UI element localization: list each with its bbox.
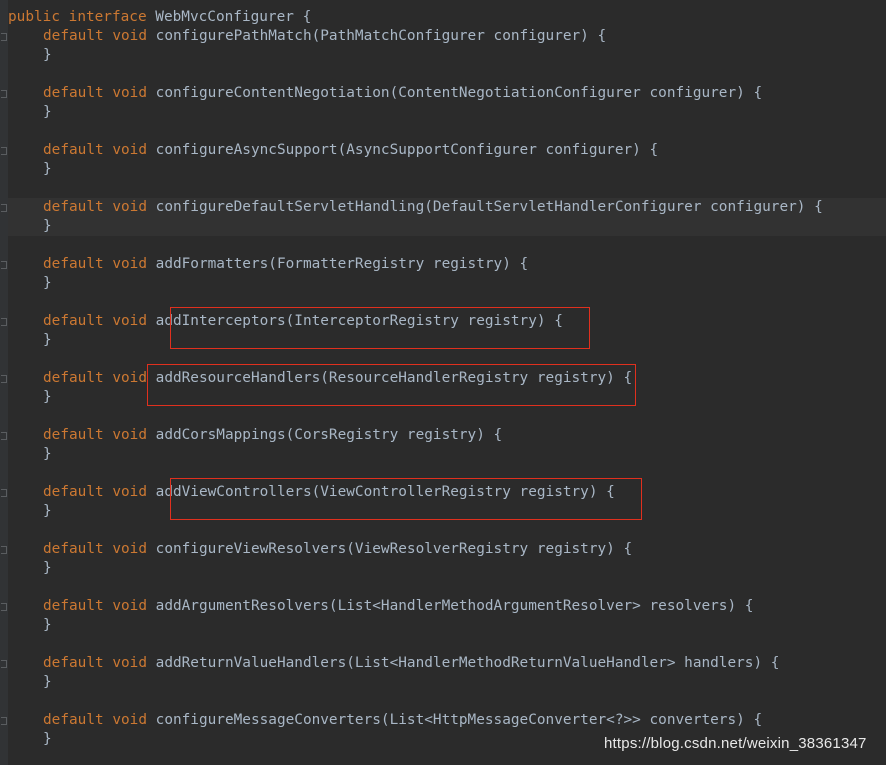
method-signature-line[interactable]: default void addReturnValueHandlers(List… (8, 654, 886, 673)
keyword-void: void (112, 541, 147, 557)
method-signature: configureMessageConverters(List<HttpMess… (155, 712, 763, 728)
keyword-default: default (43, 313, 104, 329)
closing-brace: } (43, 731, 52, 747)
keyword-default: default (43, 655, 104, 671)
keyword-default: default (43, 370, 104, 386)
method-signature: addReturnValueHandlers(List<HandlerMetho… (155, 655, 780, 671)
method-closing-brace-line[interactable]: } (8, 46, 886, 65)
method-signature-line[interactable]: default void addCorsMappings(CorsRegistr… (8, 426, 886, 445)
interface-declaration-line[interactable]: public interface WebMvcConfigurer { (8, 8, 886, 27)
keyword-default: default (43, 484, 104, 500)
closing-brace: } (43, 161, 52, 177)
keyword-default: default (43, 85, 104, 101)
keyword-void: void (112, 484, 147, 500)
keyword-void: void (112, 427, 147, 443)
keyword-void: void (112, 199, 147, 215)
closing-brace: } (43, 560, 52, 576)
keyword-default: default (43, 541, 104, 557)
closing-brace: } (43, 674, 52, 690)
method-closing-brace-line[interactable]: } (8, 274, 886, 293)
method-signature-line[interactable]: default void configureContentNegotiation… (8, 84, 886, 103)
keyword-default: default (43, 712, 104, 728)
method-signature-line[interactable]: default void configurePathMatch(PathMatc… (8, 27, 886, 46)
fold-marker-icon[interactable] (1, 717, 7, 725)
method-signature: configurePathMatch(PathMatchConfigurer c… (155, 28, 607, 44)
keyword-default: default (43, 199, 104, 215)
method-signature-line[interactable]: default void configureAsyncSupport(Async… (8, 141, 886, 160)
method-closing-brace-line[interactable]: } (8, 217, 886, 236)
fold-marker-icon[interactable] (1, 33, 7, 41)
closing-brace: } (43, 446, 52, 462)
method-signature-line[interactable]: default void addArgumentResolvers(List<H… (8, 597, 886, 616)
keyword-void: void (112, 712, 147, 728)
fold-marker-icon[interactable] (1, 318, 7, 326)
fold-marker-icon[interactable] (1, 204, 7, 212)
keyword-void: void (112, 598, 147, 614)
highlight-box (169, 478, 642, 520)
method-signature-line[interactable]: default void configureMessageConverters(… (8, 711, 886, 730)
closing-brace: } (43, 617, 52, 633)
interface-name: WebMvcConfigurer { (146, 9, 312, 25)
fold-marker-icon[interactable] (1, 90, 7, 98)
method-signature-line[interactable]: default void configureDefaultServletHand… (8, 198, 886, 217)
method-closing-brace-line[interactable]: } (8, 673, 886, 692)
closing-brace: } (43, 332, 52, 348)
highlight-box (147, 364, 636, 406)
keyword-default: default (43, 28, 104, 44)
fold-marker-icon[interactable] (1, 147, 7, 155)
fold-marker-icon[interactable] (1, 660, 7, 668)
method-signature: addCorsMappings(CorsRegistry registry) { (155, 427, 503, 443)
keyword-default: default (43, 427, 104, 443)
method-closing-brace-line[interactable]: } (8, 103, 886, 122)
keyword-void: void (112, 370, 147, 386)
keyword-interface: interface (68, 9, 147, 25)
fold-marker-icon[interactable] (1, 432, 7, 440)
method-signature: addFormatters(FormatterRegistry registry… (155, 256, 529, 272)
fold-marker-icon[interactable] (1, 546, 7, 554)
method-closing-brace-line[interactable]: } (8, 559, 886, 578)
keyword-void: void (112, 28, 147, 44)
method-signature-line[interactable]: default void addFormatters(FormatterRegi… (8, 255, 886, 274)
keyword-void: void (112, 85, 147, 101)
keyword-void: void (112, 256, 147, 272)
closing-brace: } (43, 503, 52, 519)
method-signature-line[interactable]: default void configureViewResolvers(View… (8, 540, 886, 559)
closing-brace: } (43, 389, 52, 405)
highlight-box (169, 307, 590, 349)
method-signature: configureAsyncSupport(AsyncSupportConfig… (155, 142, 659, 158)
fold-marker-icon[interactable] (1, 489, 7, 497)
keyword-default: default (43, 142, 104, 158)
method-signature: configureContentNegotiation(ContentNegot… (155, 85, 763, 101)
keyword-default: default (43, 598, 104, 614)
code-editor[interactable]: public interface WebMvcConfigurer { defa… (0, 0, 886, 765)
fold-marker-icon[interactable] (1, 261, 7, 269)
keyword-default: default (43, 256, 104, 272)
keyword-void: void (112, 313, 147, 329)
fold-marker-icon[interactable] (1, 603, 7, 611)
closing-brace: } (43, 47, 52, 63)
keyword-public: public (8, 9, 60, 25)
method-closing-brace-line[interactable]: } (8, 445, 886, 464)
keyword-void: void (112, 142, 147, 158)
keyword-void: void (112, 655, 147, 671)
closing-brace: } (43, 275, 52, 291)
method-signature: configureViewResolvers(ViewResolverRegis… (155, 541, 633, 557)
fold-marker-icon[interactable] (1, 375, 7, 383)
watermark-url: https://blog.csdn.net/weixin_38361347 (604, 735, 867, 752)
method-closing-brace-line[interactable]: } (8, 160, 886, 179)
method-signature: configureDefaultServletHandling(DefaultS… (155, 199, 823, 215)
method-signature: addArgumentResolvers(List<HandlerMethodA… (155, 598, 754, 614)
closing-brace: } (43, 218, 52, 234)
method-closing-brace-line[interactable]: } (8, 616, 886, 635)
closing-brace: } (43, 104, 52, 120)
